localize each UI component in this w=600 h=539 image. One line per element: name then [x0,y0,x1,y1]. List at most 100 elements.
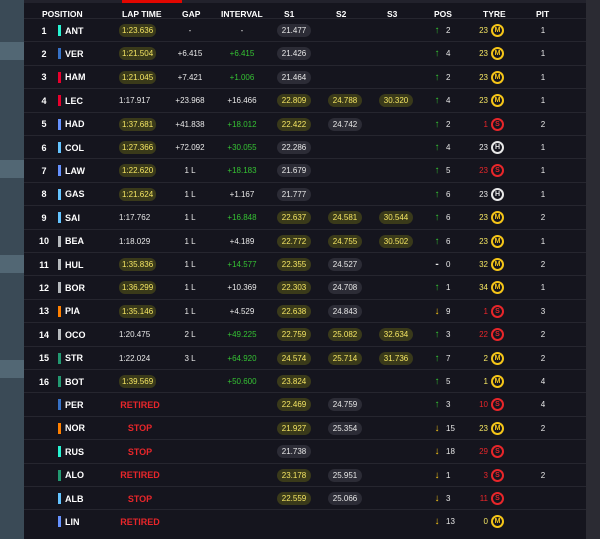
table-row[interactable]: 12 BOR 1:36.299 1 L +10.369 22.303 24.708 ↑ 1 34 M… [24,275,586,299]
pit-stops: 1 [540,189,546,199]
pit-stops: 1 [540,283,546,293]
sector-s1-cell: 23.824 [272,370,316,393]
position-change-cell: ↓ 9 [432,300,451,323]
arrow-up-icon: ↑ [434,235,440,247]
driver-code: SAI [65,212,81,223]
table-row[interactable]: 9 SAI 1:17.762 1 L +16.848 22.637 24.581 30.544… [24,205,586,229]
table-row[interactable]: ALB STOP 22.559 25.066 ↓ 3 11 S [24,486,586,510]
table-row[interactable]: 4 LEC 1:17.917 +23.968 +16.466 22.809 24.788 30… [24,88,586,112]
table-row[interactable]: 11 HUL 1:35.836 1 L +14.577 22.355 24.527 -0 32 M… [24,252,586,276]
team-color-bar [58,352,61,364]
position-change-cell: ↑ 5 [432,370,451,393]
team-color-bar-cell [58,300,61,323]
background-block [0,160,24,178]
table-row[interactable]: LIN RETIRED ↓ 13 0 M [24,509,586,533]
tyre-laps: 1 [483,119,488,129]
sector-s2-time: 24.759 [327,398,363,412]
background-block [0,255,24,273]
driver-code: ALO [65,470,84,481]
arrow-down-icon: ↓ [434,469,440,481]
gap-value: +6.415 [177,49,203,59]
tyre-laps: 23 [479,96,488,106]
table-row[interactable]: 2 VER 1:21.504 +6.415 +6.415 21.426 ↑ 4 23 M 1 [24,41,586,65]
driver-code: RUS [65,446,85,457]
lap-time: 1:23.636 [119,24,157,37]
table-row[interactable]: 15 STR 1:22.024 3 L +64.920 24.574 25.714 31.73… [24,345,586,370]
position-change-cell: ↑ 7 [432,347,451,370]
tyre-compound-icon: M [491,94,504,108]
lap-time-cell: 1:21.624 [119,183,157,206]
table-row[interactable]: 16 BOT 1:39.569 +50.600 23.824 ↑ 5 1 M 4 [24,369,586,393]
driver-code: NOR [65,423,85,434]
gap-value: 1 L [184,283,196,293]
table-row[interactable]: 1 ANT 1:23.636- -21.477 ↑ 2 23 M 1 [24,18,586,42]
driver-code: HUL [65,259,84,270]
interval-value: +49.225 [227,330,257,340]
position-number [37,487,51,510]
position-change-value: 2 [446,26,451,35]
table-row[interactable]: 8 GAS 1:21.624 1 L +1.167 21.777 ↑ 6 23 H 1 [24,181,586,206]
team-color-bar-cell [58,253,61,276]
sector-s2-time: 25.354 [327,421,363,435]
timing-tower-table: POSITION LAP TIME GAP INTERVAL S1 S2 S3 … [24,3,586,539]
pit-stops: 3 [540,306,546,316]
table-row[interactable]: 5 HAD 1:37.681 +41.838 +18.012 22.422 24.742 ↑ 2… [24,111,586,136]
table-row[interactable]: RUS STOP 21.738 ↓ 18 29 S [24,439,586,463]
table-row[interactable]: 3 HAM 1:21.045 +7.421 +1.006 21.464 ↑ 2 23 M 1 [24,64,586,89]
tyre-compound-icon: M [491,234,504,248]
team-color-bar [58,142,61,153]
tyre-compound-cell: H [491,136,504,159]
team-color-bar [58,259,61,270]
team-color-bar-cell [58,230,61,253]
position-change-cell: ↓ 1 [432,464,451,487]
position-change-value: 6 [446,189,451,199]
tyre-laps: 29 [479,447,488,457]
gap-value: 1 L [184,260,196,269]
table-row[interactable]: 10 BEA 1:18.029 1 L +4.189 22.772 24.755 30.502… [24,228,586,253]
gap-value: 1 L [184,236,196,246]
sector-s3-cell: 32.634 [374,323,418,346]
pit-stops: 2 [540,119,546,129]
gap-value [170,370,210,393]
table-row[interactable]: 7 LAW 1:22.620 1 L +18.183 21.679 ↑ 5 23 S 1 [24,158,586,182]
position-number: 5 [41,119,47,130]
table-row[interactable]: NOR STOP 21.927 25.354 ↓ 15 23 M 2 [24,415,586,440]
position-change-value: 3 [446,400,451,410]
position-change-value: 4 [446,143,451,152]
interval-value: +10.369 [227,283,257,293]
table-row[interactable]: 6 COL 1:27.366 +72.092 +30.055 22.286 ↑ 4 23 H 1 [24,135,586,159]
position-number: 9 [41,212,47,223]
sector-s2-cell: 24.788 [323,89,367,112]
team-color-bar [58,235,61,247]
arrow-up-icon: ↑ [434,399,440,411]
sector-s1-time: 22.809 [276,94,312,108]
sector-s2-cell: 24.527 [323,253,367,276]
tyre-compound-cell: M [491,253,504,276]
position-change-value: 4 [446,96,451,106]
team-color-bar-cell [58,206,61,229]
lap-time: 1:22.024 [119,353,151,363]
gap-value: 1 L [184,213,196,223]
tyre-compound-cell: M [491,417,504,440]
tyre-compound-icon: M [491,351,504,365]
position-change-value: 6 [446,236,451,246]
sector-s1-time: 22.422 [276,117,312,131]
lap-time-cell: 1:20.475 [119,323,150,346]
position-change-value: 5 [446,166,451,176]
sector-s1-cell: 22.637 [272,206,316,229]
table-row[interactable]: PER RETIRED 22.469 24.759 ↑ 3 10 S 4 [24,392,586,416]
table-row[interactable]: 14 OCO 1:20.475 2 L +49.225 22.759 25.082 32.63… [24,322,586,346]
table-row[interactable]: ALO RETIRED 23.178 25.951 ↓ 1 3 S 2 [24,462,586,487]
tyre-compound-icon: S [491,164,504,178]
arrow-down-icon: ↓ [434,446,440,458]
team-color-bar [58,446,61,458]
tyre-compound-cell: M [491,276,504,299]
position-change-value: 6 [446,213,451,223]
tyre-compound-cell: S [491,113,504,136]
position-change-value: 7 [446,353,451,363]
sector-s1-cell: 22.559 [272,487,316,510]
table-row[interactable]: 13 PIA 1:35.146 1 L +4.529 22.638 24.843 ↓ 9 1 S 3 [24,298,586,323]
lap-time-cell: 1:17.762 [119,206,150,229]
pit-stops: 4 [540,400,546,410]
interval-value: +16.848 [227,213,257,223]
